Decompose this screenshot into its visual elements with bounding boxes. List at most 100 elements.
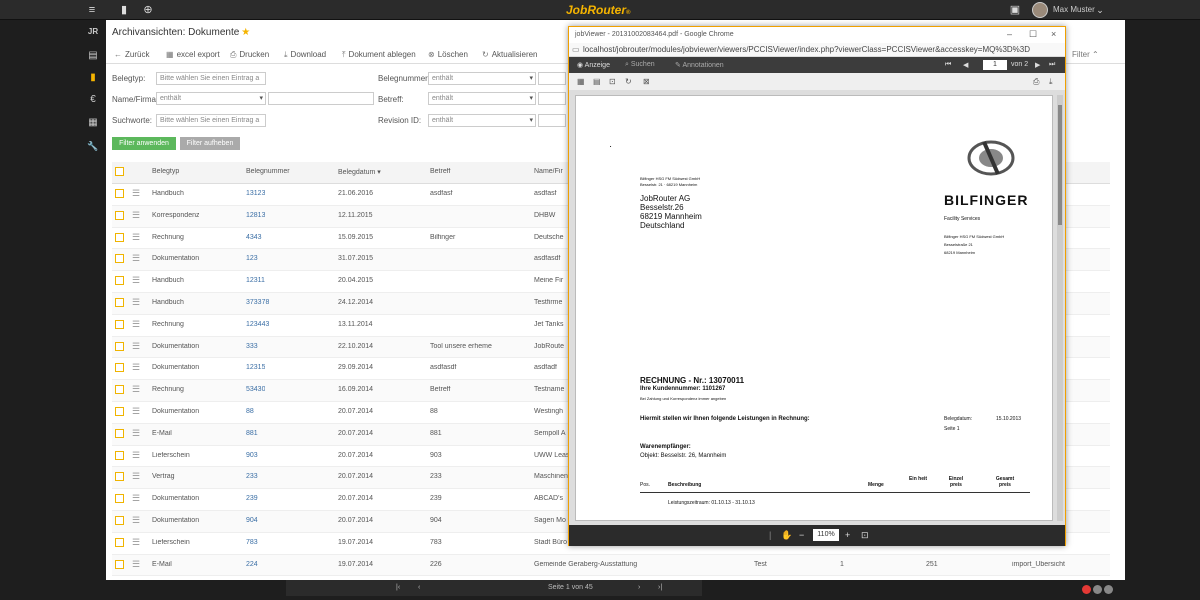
belegtyp-select[interactable]: Bitte wählen Sie einen Eintrag a — [156, 72, 266, 85]
row-menu-icon[interactable]: ☰ — [132, 559, 140, 570]
cell-belegnummer[interactable]: 233 — [246, 473, 258, 480]
viewer-scrollbar[interactable] — [1057, 95, 1063, 521]
column-header-belegdatum[interactable]: Belegdatum ▾ — [338, 168, 381, 176]
print-icon[interactable]: ⎙ — [1033, 77, 1039, 87]
row-menu-icon[interactable]: ☰ — [132, 515, 140, 526]
back-button[interactable]: ← Zurück — [114, 50, 149, 59]
viewer-scroll-thumb[interactable] — [1058, 105, 1062, 225]
row-checkbox[interactable] — [115, 559, 124, 569]
row-checkbox[interactable] — [115, 472, 124, 482]
add-icon[interactable]: ⊕ — [141, 3, 155, 17]
avatar[interactable] — [1032, 2, 1048, 18]
revision-operator-select[interactable]: enthält — [428, 114, 536, 127]
zoom-out-icon[interactable]: − — [799, 530, 804, 540]
file-document-button[interactable]: ⤒ Dokument ablegen — [342, 50, 416, 60]
row-checkbox[interactable] — [115, 515, 124, 525]
cell-belegnummer[interactable]: 4343 — [246, 234, 262, 241]
row-menu-icon[interactable]: ☰ — [132, 362, 140, 373]
cell-belegnummer[interactable]: 903 — [246, 452, 258, 459]
tab-annotations[interactable]: ✎ Annotationen — [675, 61, 724, 69]
select-area-icon[interactable]: ⊡ — [609, 77, 616, 86]
row-menu-icon[interactable]: ☰ — [132, 253, 140, 264]
cell-belegnummer[interactable]: 12311 — [246, 277, 265, 284]
row-checkbox[interactable] — [115, 450, 124, 460]
excel-export-button[interactable]: ▦ excel export — [166, 50, 220, 59]
column-header-betreff[interactable]: Betreff — [430, 168, 451, 175]
table-icon[interactable]: ▦ — [84, 115, 102, 131]
zoom-in-icon[interactable]: + — [845, 530, 850, 540]
clear-filter-button[interactable]: Filter aufheben — [180, 137, 240, 150]
row-menu-icon[interactable]: ☰ — [132, 537, 140, 548]
row-checkbox[interactable] — [115, 537, 124, 547]
first-page-icon[interactable]: ⏮ — [945, 61, 951, 69]
row-menu-icon[interactable]: ☰ — [132, 319, 140, 330]
viewer-page-input[interactable]: 1 — [983, 60, 1007, 70]
cell-belegnummer[interactable]: 373378 — [246, 299, 269, 306]
favorite-star-icon[interactable]: ★ — [241, 27, 250, 38]
cell-belegnummer[interactable]: 239 — [246, 495, 258, 502]
table-row[interactable]: ☰ E-Mail 224 19.07.2014 226 Gemeinde Geraberg… — [112, 554, 1110, 577]
belegnummer-input[interactable] — [538, 72, 566, 85]
annotation-list-icon[interactable]: ▤ — [593, 77, 601, 86]
cell-belegnummer[interactable]: 88 — [246, 408, 254, 415]
row-checkbox[interactable] — [115, 297, 124, 307]
last-page-button[interactable]: ›| — [658, 584, 662, 591]
cell-belegnummer[interactable]: 224 — [246, 561, 258, 568]
row-checkbox[interactable] — [115, 276, 124, 286]
cell-belegnummer[interactable]: 904 — [246, 517, 258, 524]
row-checkbox[interactable] — [115, 363, 124, 373]
euro-icon[interactable]: € — [84, 92, 102, 108]
row-checkbox[interactable] — [115, 341, 124, 351]
row-menu-icon[interactable]: ☰ — [132, 275, 140, 286]
tab-view[interactable]: ◉ Anzeige — [577, 61, 610, 69]
row-checkbox[interactable] — [115, 385, 124, 395]
prev-page-button[interactable]: ‹ — [418, 584, 420, 591]
row-menu-icon[interactable]: ☰ — [132, 428, 140, 439]
zoom-level[interactable]: 110% — [813, 529, 839, 541]
username-label[interactable]: Max Muster — [1053, 5, 1095, 14]
row-checkbox[interactable] — [115, 210, 124, 220]
row-checkbox[interactable] — [115, 254, 124, 264]
download-button[interactable]: ⤓ Download — [284, 50, 326, 60]
belegnummer-operator-select[interactable]: enthält — [428, 72, 536, 85]
row-menu-icon[interactable]: ☰ — [132, 297, 140, 308]
row-menu-icon[interactable]: ☰ — [132, 471, 140, 482]
minimize-icon[interactable]: – — [1007, 29, 1012, 39]
maximize-icon[interactable]: ☐ — [1029, 29, 1037, 40]
row-checkbox[interactable] — [115, 232, 124, 242]
cell-belegnummer[interactable]: 881 — [246, 430, 258, 437]
row-checkbox[interactable] — [115, 319, 124, 329]
cell-belegnummer[interactable]: 783 — [246, 539, 258, 546]
chevron-down-icon[interactable]: ⌄ — [1093, 3, 1107, 17]
row-menu-icon[interactable]: ☰ — [132, 406, 140, 417]
next-page-button[interactable]: › — [638, 584, 640, 591]
revision-input[interactable] — [538, 114, 566, 127]
notification-icon[interactable]: ▣ — [1008, 3, 1022, 17]
refresh-button[interactable]: ↻ Aktualisieren — [482, 50, 538, 59]
thumbnails-icon[interactable]: ▦ — [577, 77, 585, 86]
select-all-checkbox[interactable] — [115, 167, 124, 176]
row-checkbox[interactable] — [115, 189, 124, 198]
tab-search[interactable]: ⌕ Suchen — [625, 61, 655, 69]
rotate-icon[interactable]: ↻ — [625, 77, 632, 86]
inbox-icon[interactable]: ▤ — [84, 48, 102, 64]
cell-belegnummer[interactable]: 53430 — [246, 386, 265, 393]
row-menu-icon[interactable]: ☰ — [132, 210, 140, 221]
cell-belegnummer[interactable]: 333 — [246, 343, 258, 350]
print-button[interactable]: ⎙ Drucken — [230, 50, 269, 60]
cell-belegnummer[interactable]: 123443 — [246, 321, 269, 328]
row-checkbox[interactable] — [115, 428, 124, 438]
row-menu-icon[interactable]: ☰ — [132, 493, 140, 504]
close-icon[interactable]: × — [1051, 29, 1056, 39]
filter-toggle[interactable]: Filter ⌃ — [1072, 50, 1099, 59]
fit-icon[interactable]: ⊠ — [643, 77, 650, 86]
row-checkbox[interactable] — [115, 494, 124, 504]
pan-hand-icon[interactable]: ✋ — [781, 530, 792, 541]
apply-filter-button[interactable]: Filter anwenden — [112, 137, 176, 150]
bookmark-icon[interactable]: ▮ — [117, 3, 131, 17]
row-menu-icon[interactable]: ☰ — [132, 341, 140, 352]
row-checkbox[interactable] — [115, 406, 124, 416]
download-icon[interactable]: ⤓ — [1049, 77, 1053, 87]
delete-button[interactable]: ⊗ Löschen — [428, 50, 468, 59]
betreff-input[interactable] — [538, 92, 566, 105]
